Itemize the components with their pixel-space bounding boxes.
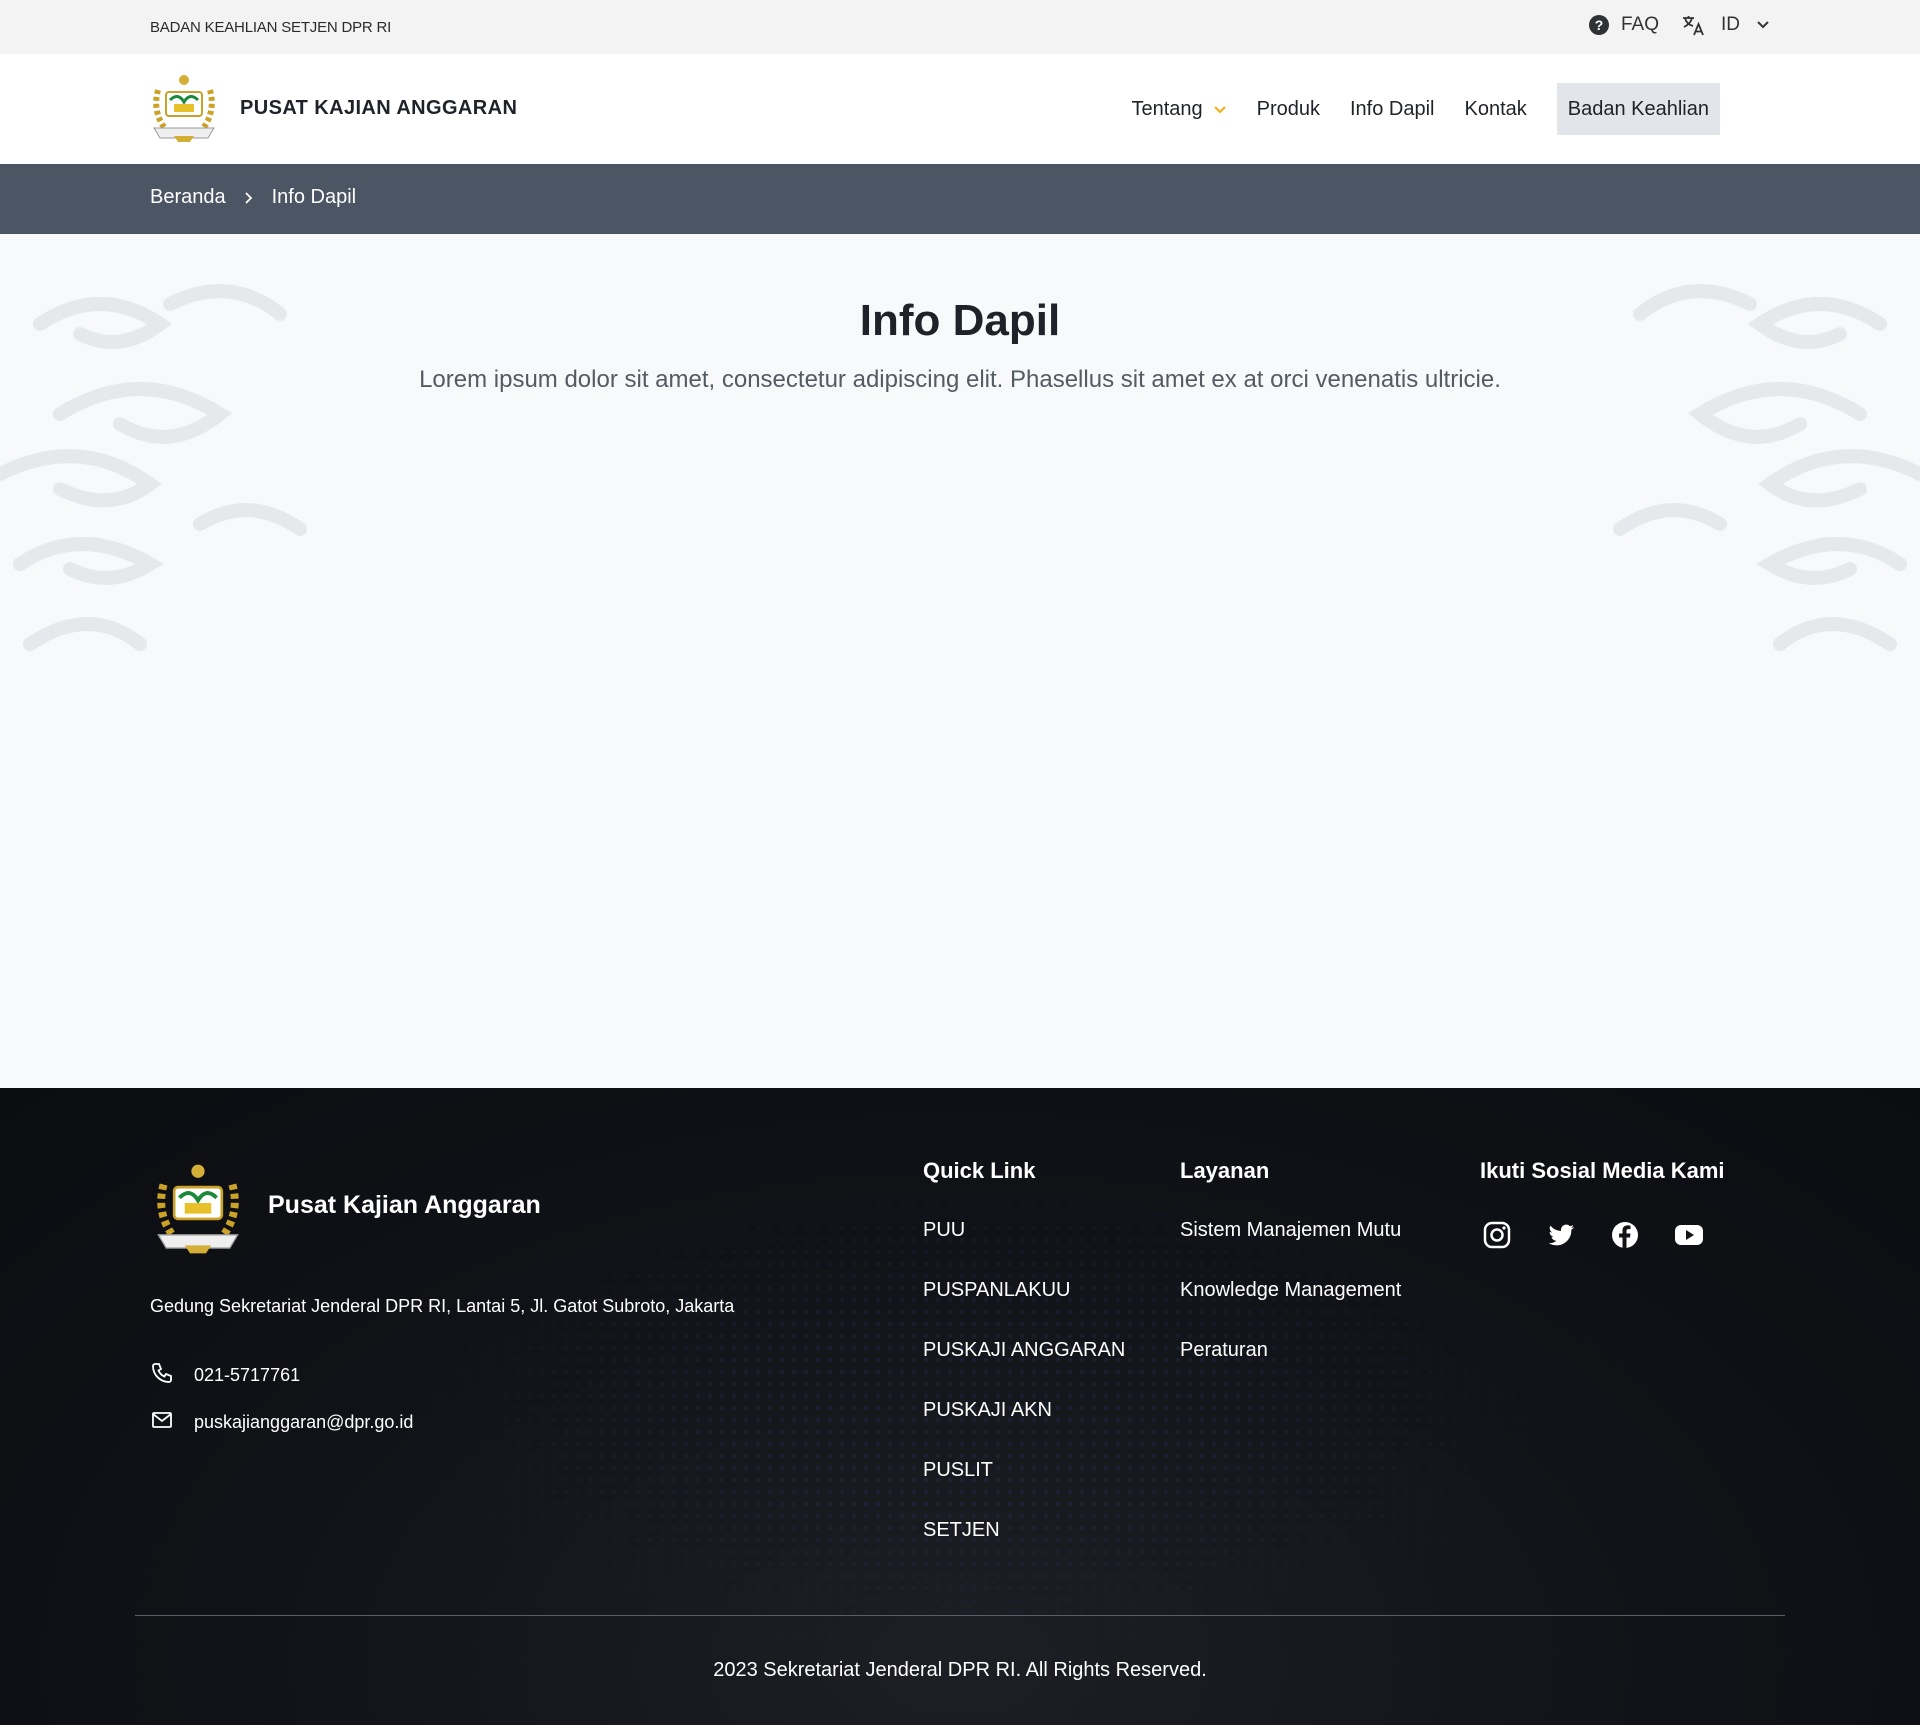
quick-link-setjen[interactable]: SETJEN xyxy=(923,1519,1000,1542)
page-title: Info Dapil xyxy=(859,296,1061,345)
translate-icon xyxy=(1681,14,1705,36)
quick-link-puu[interactable]: PUU xyxy=(923,1219,965,1242)
chevron-down-icon xyxy=(1213,98,1227,121)
main-header: PUSAT KAJIAN ANGGARAN Tentang Produk Inf… xyxy=(0,54,1920,164)
social-icons xyxy=(1480,1218,1706,1252)
page-subtitle: Lorem ipsum dolor sit amet, consectetur … xyxy=(419,366,1501,393)
quick-link-puslit[interactable]: PUSLIT xyxy=(923,1459,993,1482)
nav-item-info-dapil[interactable]: Info Dapil xyxy=(1350,98,1435,121)
language-selector[interactable]: ID xyxy=(1681,14,1770,36)
nav-item-produk[interactable]: Produk xyxy=(1257,98,1320,121)
breadcrumb-current: Info Dapil xyxy=(271,186,357,208)
chevron-down-icon xyxy=(1756,20,1770,30)
dpr-logo[interactable] xyxy=(148,70,220,144)
footer: Pusat Kajian Anggaran Gedung Sekretariat… xyxy=(0,1088,1920,1725)
quick-link-puskaji-anggaran[interactable]: PUSKAJI ANGGARAN xyxy=(923,1339,1125,1362)
breadcrumb: Beranda Info Dapil xyxy=(150,186,356,209)
world-map-dots xyxy=(380,1198,1580,1678)
footer-dpr-logo xyxy=(150,1158,246,1256)
faq-link[interactable]: ? FAQ xyxy=(1588,14,1659,36)
email-address: puskajianggaran@dpr.go.id xyxy=(194,1412,414,1432)
layanan-knowledge-management[interactable]: Knowledge Management xyxy=(1180,1279,1401,1302)
nav-item-label: Tentang xyxy=(1131,97,1203,120)
main-nav: Tentang Produk Info Dapil Kontak Badan K… xyxy=(1131,83,1720,135)
top-bar-actions: ? FAQ ID xyxy=(1588,14,1770,36)
top-bar: BADAN KEAHLIAN SETJEN DPR RI ? FAQ ID xyxy=(0,0,1920,54)
layanan-sistem-manajemen-mutu[interactable]: Sistem Manajemen Mutu xyxy=(1180,1219,1401,1242)
copyright: 2023 Sekretariat Jenderal DPR RI. All Ri… xyxy=(713,1659,1207,1681)
quick-link-puspanlakuu[interactable]: PUSPANLAKUU xyxy=(923,1279,1070,1302)
faq-label: FAQ xyxy=(1620,14,1659,35)
phone-number: 021-5717761 xyxy=(194,1365,301,1385)
footer-phone[interactable]: 021-5717761 xyxy=(150,1361,300,1390)
help-circle-icon: ? xyxy=(1588,15,1609,35)
layanan-peraturan[interactable]: Peraturan xyxy=(1180,1339,1268,1362)
hero-section: Info Dapil Lorem ipsum dolor sit amet, c… xyxy=(0,234,1920,1088)
twitter-icon[interactable] xyxy=(1544,1218,1578,1252)
quick-link-puskaji-akn[interactable]: PUSKAJI AKN xyxy=(923,1399,1052,1422)
site-title[interactable]: PUSAT KAJIAN ANGGARAN xyxy=(240,97,517,120)
facebook-icon[interactable] xyxy=(1608,1218,1642,1252)
mail-icon xyxy=(150,1408,174,1437)
layanan-heading: Layanan xyxy=(1180,1158,1270,1183)
footer-address: Gedung Sekretariat Jenderal DPR RI, Lant… xyxy=(150,1296,735,1316)
nav-item-kontak[interactable]: Kontak xyxy=(1465,98,1527,121)
top-bar-org-name: BADAN KEAHLIAN SETJEN DPR RI xyxy=(150,19,392,36)
language-label: ID xyxy=(1721,14,1740,35)
breadcrumb-bar: Beranda Info Dapil xyxy=(0,164,1920,234)
breadcrumb-home[interactable]: Beranda xyxy=(150,186,226,209)
phone-icon xyxy=(150,1361,174,1390)
footer-email[interactable]: puskajianggaran@dpr.go.id xyxy=(150,1408,413,1437)
social-heading: Ikuti Sosial Media Kami xyxy=(1480,1158,1725,1183)
quick-link-heading: Quick Link xyxy=(923,1158,1036,1183)
footer-divider xyxy=(135,1615,1785,1616)
chevron-right-icon xyxy=(244,191,254,205)
nav-item-tentang[interactable]: Tentang xyxy=(1131,98,1226,121)
instagram-icon[interactable] xyxy=(1480,1218,1514,1252)
youtube-icon[interactable] xyxy=(1672,1218,1706,1252)
badan-keahlian-button[interactable]: Badan Keahlian xyxy=(1556,83,1720,135)
footer-org-name: Pusat Kajian Anggaran xyxy=(268,1191,541,1219)
